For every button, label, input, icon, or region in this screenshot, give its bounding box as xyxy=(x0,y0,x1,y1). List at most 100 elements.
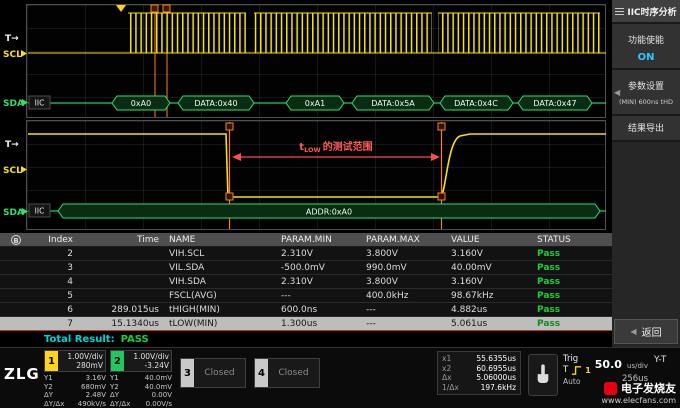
waveform-display: IIC 0xA0 DATA:0x40 0xA1 DATA:0x5A DATA:0… xyxy=(0,0,612,233)
menu-item-label: 参数设置 xyxy=(612,79,680,92)
menu-item-export-results[interactable]: 结果导出 xyxy=(612,116,680,142)
channel1-measurements: Y13.16V Y2680mV ΔY2.48V ΔY/Δx490kV/s xyxy=(44,374,106,408)
col-time: Time xyxy=(78,233,164,246)
oscilloscope-screen: IIC 0xA0 DATA:0x40 0xA1 DATA:0x5A DATA:0… xyxy=(0,0,680,408)
display-mode-label: Y-T xyxy=(654,355,666,365)
channel2-box[interactable]: 2 1.00V/div -3.24V xyxy=(110,350,172,372)
trigger-source: 1 xyxy=(585,365,591,376)
menu-title: IIC时序分析 xyxy=(612,0,680,24)
menu-item-parameter-settings[interactable]: ◀ 参数设置 (MIN) 600ns tHD xyxy=(612,70,680,116)
decode-segment-label: DATA:0x4C xyxy=(454,99,498,108)
scl-trace-main xyxy=(28,13,606,53)
channel-label-sda-zoom[interactable]: SDA xyxy=(3,208,24,218)
channel1-offset: 280mV xyxy=(76,361,103,370)
decode-segment-label: 0xA0 xyxy=(131,99,151,108)
measurement-table: B Index Time NAME PARAM.MIN PARAM.MAX VA… xyxy=(0,233,612,347)
channel1-scale: 1.00V/div xyxy=(67,352,103,361)
channel4-number: 4 xyxy=(255,359,268,387)
scl-position-marker-icon xyxy=(21,166,27,173)
svg-text:tLOW的测试范围: tLOW的测试范围 xyxy=(299,140,372,154)
table-row[interactable]: 4 VIH.SDA 2.310V 3.800V 3.160V Pass xyxy=(0,275,612,289)
trigger-position-marker[interactable] xyxy=(116,5,126,12)
decode-segment-label: DATA:0x47 xyxy=(533,99,576,108)
bus-tag: IIC xyxy=(35,207,45,216)
watermark-name: 电子发烧友 xyxy=(621,380,676,396)
touch-gesture-button[interactable] xyxy=(528,354,558,396)
parameter-summary: (MIN) 600ns tHD xyxy=(612,98,680,106)
watermark-url: www.elecfans.com xyxy=(602,396,677,405)
scl-trace-zoom xyxy=(28,134,606,197)
tlow-annotation: tLOW的测试范围 xyxy=(232,140,440,161)
back-button[interactable]: ◀ 返回 xyxy=(614,319,678,344)
channel4-box[interactable]: 4 Closed xyxy=(254,358,320,388)
annotation-sub: LOW xyxy=(304,146,321,154)
bus-icon: B xyxy=(11,235,21,245)
waveform-traces: IIC 0xA0 DATA:0x40 0xA1 DATA:0x5A DATA:0… xyxy=(0,0,612,233)
menu-icon xyxy=(615,8,624,15)
status-badge: Pass xyxy=(532,289,612,302)
channel-label-sda[interactable]: SDA xyxy=(3,99,24,109)
trigger-t-marker: T xyxy=(563,365,568,376)
trigger-label: Trig xyxy=(563,354,591,365)
menu-title-label: IIC时序分析 xyxy=(627,5,676,18)
timebase-unit: us/div xyxy=(627,362,648,370)
sda-position-marker-icon xyxy=(22,99,28,106)
decode-segment-label: DATA:0x5A xyxy=(371,99,415,108)
menu-panel: IIC时序分析 功能使能 ON ◀ 参数设置 (MIN) 600ns tHD 结… xyxy=(612,0,680,347)
hand-icon xyxy=(535,363,551,387)
channel2-offset: -3.24V xyxy=(144,361,169,370)
table-row[interactable]: 5 FSCL(AVG) --- 400.0kHz 98.67kHz Pass xyxy=(0,289,612,303)
col-param-max: PARAM.MAX xyxy=(361,233,446,246)
trigger-status[interactable]: Trig T 1 Auto xyxy=(563,354,591,387)
channel3-box[interactable]: 3 Closed xyxy=(180,358,246,388)
total-result-value: PASS xyxy=(121,334,149,345)
decode-segment-label: DATA:0x40 xyxy=(194,99,237,108)
channel1-box[interactable]: 1 1.00V/div 280mV xyxy=(44,350,106,372)
total-result-label: Total Result: xyxy=(44,334,115,345)
scl-position-marker-icon xyxy=(21,50,27,57)
table-row[interactable]: 2 VIH.SCL 2.310V 3.800V 3.160V Pass xyxy=(0,247,612,261)
rising-edge-trigger-icon xyxy=(571,365,582,376)
menu-item-label: 功能使能 xyxy=(612,33,680,46)
table-row-selected[interactable]: 7 15.1340us tLOW(MIN) 1.300us --- 5.061u… xyxy=(0,317,612,331)
channel2-number: 2 xyxy=(111,351,124,371)
chevron-left-icon: ◀ xyxy=(614,88,620,97)
elecfans-logo-icon xyxy=(604,382,617,395)
timebase-scale: 50.0 xyxy=(595,358,622,371)
trigger-level-label[interactable]: T→ xyxy=(5,34,19,44)
trigger-mode: Auto xyxy=(563,376,591,387)
annotation-text: 的测试范围 xyxy=(323,140,373,153)
menu-item-function-enable[interactable]: 功能使能 ON xyxy=(612,24,680,70)
status-badge: Pass xyxy=(532,303,612,316)
channel2-measurements: Y140.0mV Y240.0mV ΔY0.00V ΔY/Δx0.00V/s xyxy=(110,374,172,408)
channel-label-scl[interactable]: SCL xyxy=(3,50,22,60)
col-param-min: PARAM.MIN xyxy=(276,233,361,246)
decode-segment-label: 0xA1 xyxy=(305,99,325,108)
back-button-label: 返回 xyxy=(642,324,662,339)
table-row[interactable]: 3 VIL.SDA -500.0mV 990.0mV 40.00mV Pass xyxy=(0,261,612,275)
status-bar: ZLG 1 1.00V/div 280mV Y13.16V Y2680mV ΔY… xyxy=(0,347,680,408)
col-status: STATUS xyxy=(532,233,612,246)
channel4-state: Closed xyxy=(268,359,319,387)
col-value: VALUE xyxy=(446,233,532,246)
bus-tag: IIC xyxy=(35,99,45,108)
channel3-number: 3 xyxy=(181,359,194,387)
menu-item-label: 结果导出 xyxy=(612,116,680,142)
channel2-scale: 1.00V/div xyxy=(133,352,169,361)
status-badge: Pass xyxy=(532,317,612,330)
status-badge: Pass xyxy=(532,275,612,288)
channel3-state: Closed xyxy=(194,359,245,387)
cursor-readout: x155.6355us x260.6955us Δx5.06000us 1/Δx… xyxy=(437,351,521,395)
status-badge: Pass xyxy=(532,247,612,260)
sda-decode-bus-zoom: IIC ADDR:0xA0 xyxy=(28,204,606,218)
channel-label-scl-zoom[interactable]: SCL xyxy=(3,166,22,176)
trigger-level-label-zoom[interactable]: T→ xyxy=(5,140,19,150)
status-badge: Pass xyxy=(532,261,612,274)
sda-position-marker-icon xyxy=(22,208,28,215)
brand-logo: ZLG xyxy=(4,365,40,383)
function-enable-state: ON xyxy=(612,52,680,63)
table-row[interactable]: 6 289.015us tHIGH(MIN) 600.0ns --- 4.882… xyxy=(0,303,612,317)
watermark: 电子发烧友 www.elecfans.com xyxy=(602,380,677,405)
col-name: NAME xyxy=(164,233,276,246)
col-index: Index xyxy=(28,233,78,246)
